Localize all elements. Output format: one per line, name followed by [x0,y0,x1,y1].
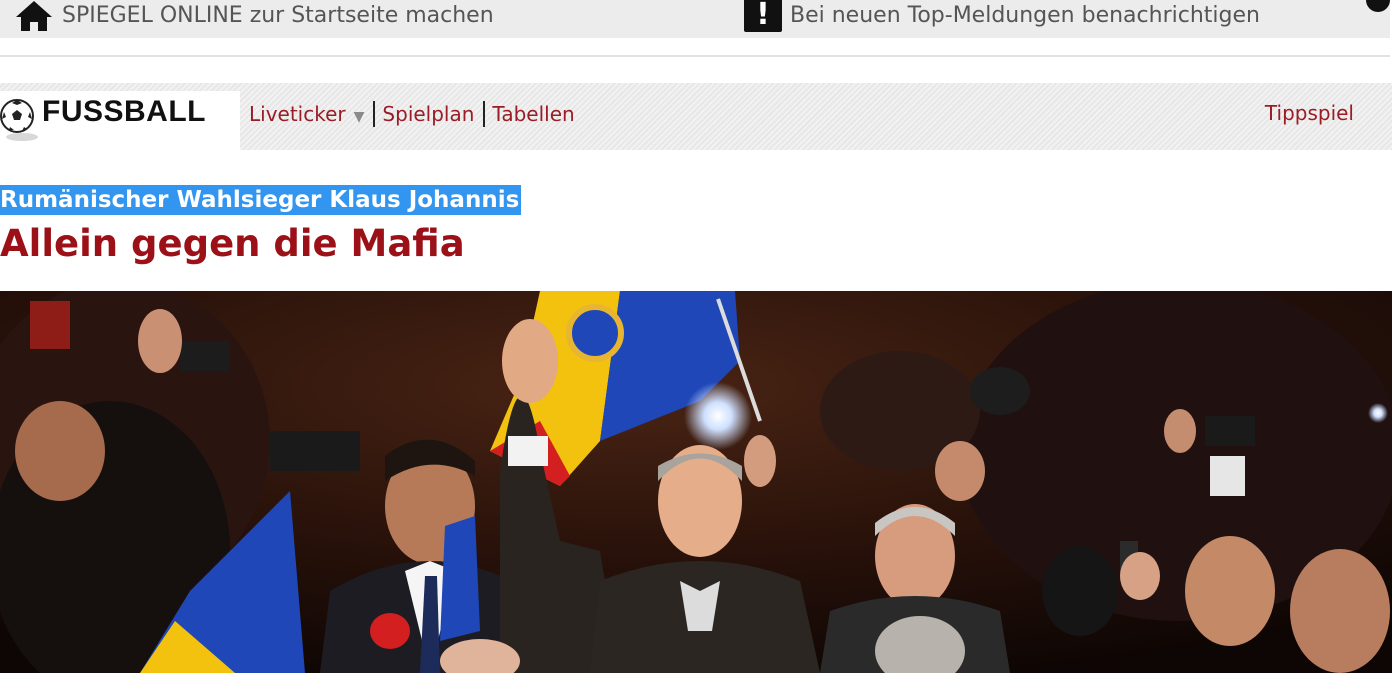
article-kicker[interactable]: Rumänischer Wahlsieger Klaus Johannis [0,185,522,215]
article-headline[interactable]: Allein gegen die Mafia [0,218,465,270]
nav-separator [483,101,486,127]
nav-liveticker-label: Liveticker [249,102,346,126]
fussball-brand[interactable]: FUSSBALL [0,91,240,150]
browser-page: SPIEGEL ONLINE zur Startseite machen ! B… [0,0,1400,673]
fussball-section-bar: FUSSBALL Liveticker ▼ Spielplan Tabellen … [0,83,1392,150]
soccer-ball-icon [0,99,38,141]
nav-spielplan[interactable]: Spielplan [382,102,474,126]
home-icon [16,1,52,31]
notify-top-news-link[interactable]: ! Bei neuen Top-Meldungen benachrichtige… [744,0,1260,32]
alert-icon: ! [744,0,782,32]
make-homepage-link[interactable]: SPIEGEL ONLINE zur Startseite machen [14,0,494,32]
dropdown-arrow-icon[interactable]: ▼ [354,109,365,125]
corner-circle-icon [1366,0,1390,12]
utility-bar: SPIEGEL ONLINE zur Startseite machen ! B… [0,0,1390,38]
make-homepage-label: SPIEGEL ONLINE zur Startseite machen [62,2,494,28]
article-photo[interactable] [0,291,1392,673]
tippspiel-link[interactable]: Tippspiel [1265,101,1354,125]
notify-top-news-label: Bei neuen Top-Meldungen benachrichtigen [790,2,1260,28]
section-title: FUSSBALL [42,95,206,128]
divider [0,55,1390,57]
crowd-photo-illustration [0,291,1392,673]
nav-tabellen[interactable]: Tabellen [492,102,574,126]
nav-liveticker[interactable]: Liveticker ▼ [249,102,364,126]
section-nav: Liveticker ▼ Spielplan Tabellen [249,101,575,127]
nav-separator [373,101,376,127]
